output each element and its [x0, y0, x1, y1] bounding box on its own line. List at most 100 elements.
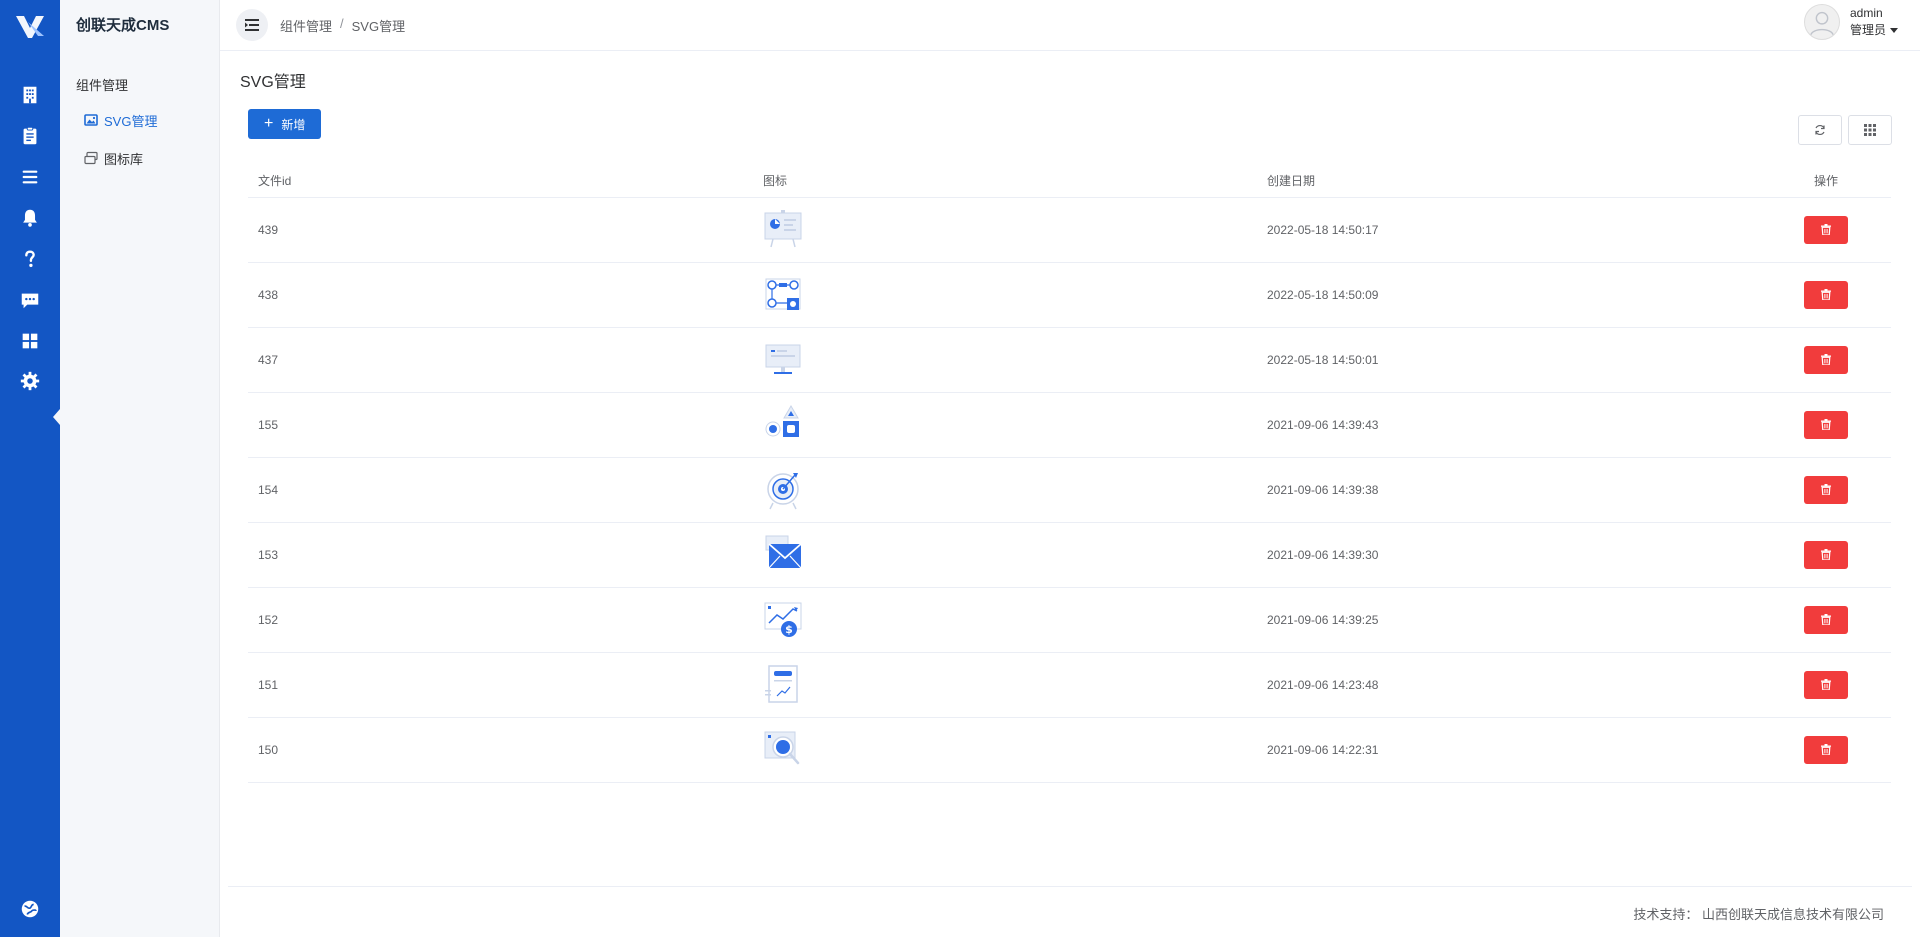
cell-icon — [753, 392, 1257, 458]
avatar[interactable] — [1803, 4, 1840, 40]
cell-file-id: 152 — [248, 587, 753, 653]
bell-icon[interactable] — [16, 204, 44, 232]
table-row: 150 2021-09-06 14:22:31 — [248, 717, 1891, 783]
cell-created-date: 2021-09-06 14:22:31 — [1257, 717, 1761, 783]
cell-actions — [1761, 392, 1891, 458]
add-button[interactable]: + 新增 — [248, 109, 322, 139]
list-icon[interactable] — [16, 163, 44, 191]
trash-icon — [1821, 744, 1831, 755]
cell-icon: $ — [753, 587, 1257, 653]
menu-toggle-button[interactable] — [236, 9, 268, 41]
trash-icon — [1821, 224, 1831, 235]
cell-actions — [1761, 327, 1891, 393]
main-content: SVG管理 + 新增 文件id 图标 创建日期 操作 439 2022-05-1… — [220, 52, 1920, 937]
svg-table: 文件id 图标 创建日期 操作 439 2022-05-18 14:50:17 … — [248, 164, 1891, 783]
cell-created-date: 2022-05-18 14:50:17 — [1257, 197, 1761, 263]
cell-created-date: 2021-09-06 14:39:25 — [1257, 587, 1761, 653]
trash-icon — [1821, 549, 1831, 560]
column-header-actions: 操作 — [1761, 164, 1891, 198]
svg-text:$: $ — [785, 623, 793, 636]
trash-icon — [1821, 679, 1831, 690]
cell-file-id: 153 — [248, 522, 753, 588]
envelope-icon — [765, 535, 802, 568]
sidebar-item-label: 图标库 — [104, 151, 144, 167]
column-header-id: 文件id — [248, 164, 753, 198]
image-icon — [84, 114, 98, 126]
page-title: SVG管理 — [240, 74, 306, 91]
breadcrumb-item: SVG管理 — [351, 19, 406, 34]
delete-button[interactable] — [1804, 280, 1848, 309]
breadcrumb-separator: / — [340, 16, 344, 31]
cell-created-date: 2021-09-06 14:39:43 — [1257, 392, 1761, 458]
cell-icon — [753, 197, 1257, 263]
cell-icon — [753, 652, 1257, 718]
cell-file-id: 154 — [248, 457, 753, 523]
gear-icon[interactable] — [16, 367, 44, 395]
building-icon[interactable] — [16, 81, 44, 109]
delete-button[interactable] — [1804, 670, 1848, 699]
user-name: admin — [1849, 6, 1883, 20]
icon-rail — [0, 0, 60, 937]
delete-button[interactable] — [1804, 475, 1848, 504]
delete-button[interactable] — [1804, 540, 1848, 569]
clipboard-icon[interactable] — [16, 122, 44, 150]
table-row: 152 $ 2021-09-06 14:39:25 — [248, 587, 1891, 653]
plus-icon: + — [264, 115, 274, 132]
columns-icon — [1864, 124, 1876, 136]
active-indicator — [53, 409, 60, 425]
sidebar-item-label: SVG管理 — [104, 113, 158, 129]
delete-button[interactable] — [1804, 605, 1848, 634]
breadcrumb-item[interactable]: 组件管理 — [280, 16, 332, 35]
user-menu[interactable]: admin 管理员 — [1803, 4, 1898, 40]
columns-button[interactable] — [1848, 115, 1892, 145]
cell-created-date: 2022-05-18 14:50:01 — [1257, 327, 1761, 393]
trash-icon — [1821, 419, 1831, 430]
cell-file-id: 155 — [248, 392, 753, 458]
cell-file-id: 151 — [248, 652, 753, 718]
table-row: 439 2022-05-18 14:50:17 — [248, 197, 1891, 263]
presentation-board-icon — [764, 209, 802, 247]
breadcrumb: 组件管理 / SVG管理 — [280, 16, 405, 35]
cell-actions — [1761, 717, 1891, 783]
logo-icon[interactable] — [14, 12, 46, 40]
cell-actions — [1761, 457, 1891, 523]
cell-icon — [753, 717, 1257, 783]
cell-icon — [753, 327, 1257, 393]
magnifier-icon — [764, 731, 800, 764]
cell-file-id: 439 — [248, 197, 753, 263]
flow-nodes-icon — [765, 278, 801, 310]
delete-button[interactable] — [1804, 345, 1848, 374]
stack-icon — [84, 151, 98, 165]
menu-fold-icon — [245, 19, 259, 31]
footer-support-text: 技术支持： 山西创联天成信息技术有限公司 — [1633, 907, 1884, 922]
cell-actions — [1761, 652, 1891, 718]
refresh-icon — [1815, 124, 1825, 136]
delete-button[interactable] — [1804, 410, 1848, 439]
chat-icon[interactable] — [16, 286, 44, 314]
question-icon[interactable] — [16, 245, 44, 273]
growth-chart-icon: $ — [764, 602, 802, 637]
document-chart-icon — [765, 664, 798, 703]
cell-created-date: 2021-09-06 14:39:30 — [1257, 522, 1761, 588]
delete-button[interactable] — [1804, 215, 1848, 244]
trash-icon — [1821, 614, 1831, 625]
table-row: 154 2021-09-06 14:39:38 — [248, 457, 1891, 523]
cell-actions — [1761, 522, 1891, 588]
cell-icon — [753, 522, 1257, 588]
globe-icon[interactable] — [16, 895, 44, 923]
table-header-row: 文件id 图标 创建日期 操作 — [248, 164, 1891, 198]
cell-created-date: 2021-09-06 14:39:38 — [1257, 457, 1761, 523]
sidebar-item-svg[interactable]: SVG管理 — [84, 109, 157, 131]
cell-created-date: 2021-09-06 14:23:48 — [1257, 652, 1761, 718]
caret-down-icon — [1890, 27, 1898, 33]
grid-icon[interactable] — [16, 327, 44, 355]
column-header-icon: 图标 — [753, 164, 1257, 198]
user-role-dropdown[interactable]: 管理员 — [1850, 21, 1898, 39]
target-icon — [767, 472, 799, 509]
refresh-button[interactable] — [1798, 115, 1842, 145]
delete-button[interactable] — [1804, 735, 1848, 764]
column-header-date: 创建日期 — [1257, 164, 1761, 198]
monitor-icon — [765, 344, 801, 374]
table-row: 151 2021-09-06 14:23:48 — [248, 652, 1891, 718]
sidebar-item-icon-library[interactable]: 图标库 — [84, 147, 143, 169]
